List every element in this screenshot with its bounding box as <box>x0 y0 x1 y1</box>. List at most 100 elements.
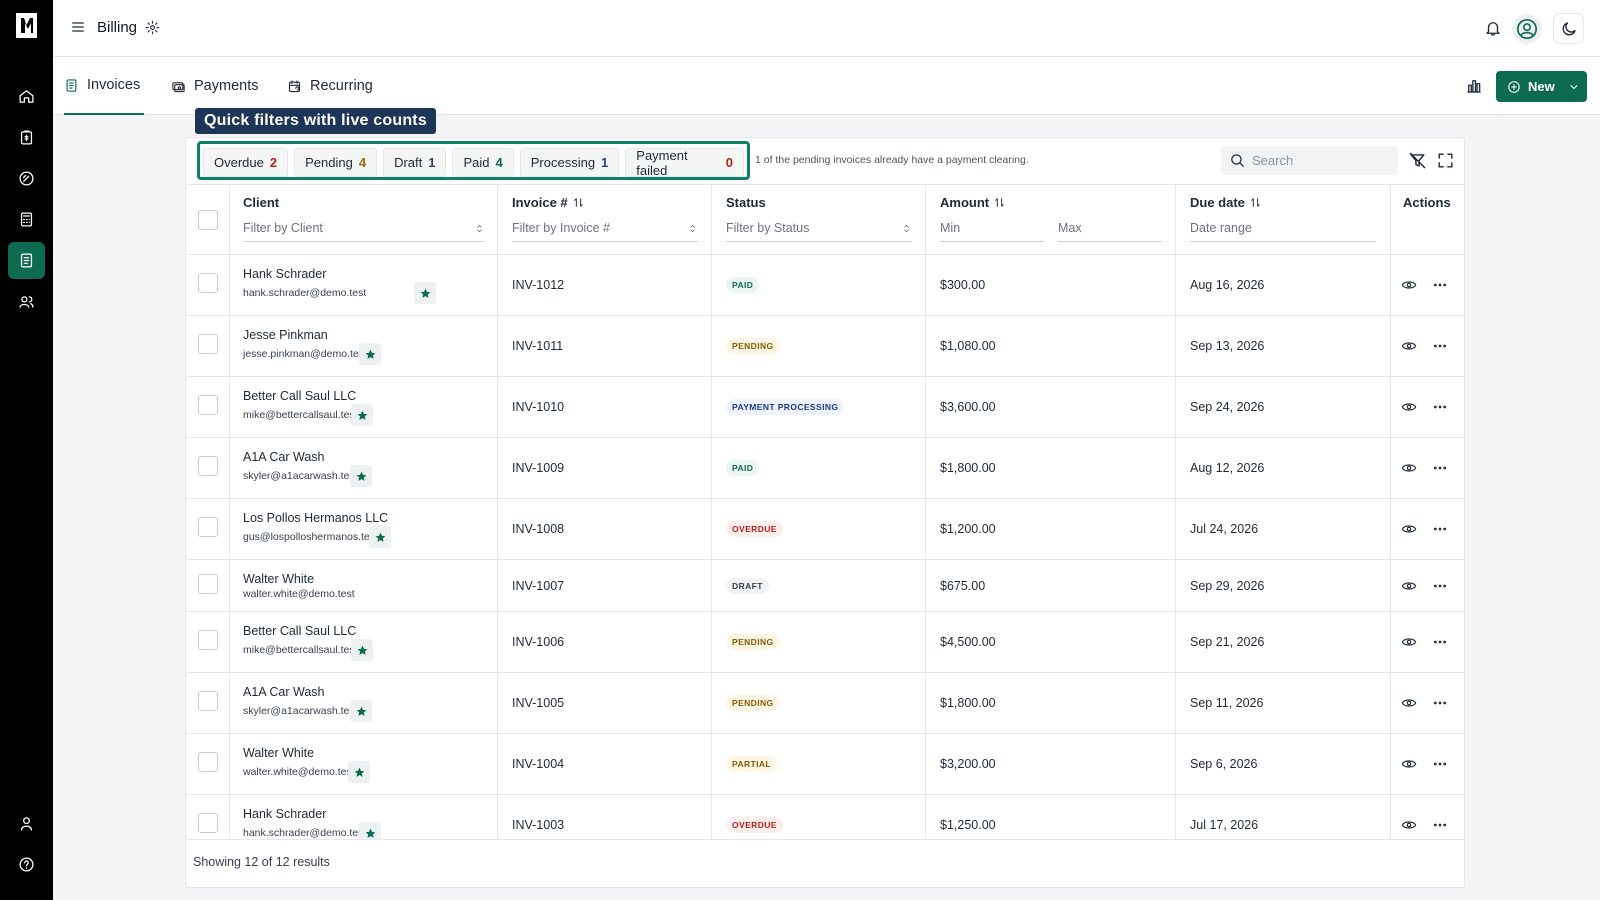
invoice-filter[interactable]: Filter by Invoice # <box>512 215 698 242</box>
row-checkbox[interactable] <box>198 752 218 772</box>
star-icon[interactable] <box>350 700 372 722</box>
more-options-icon[interactable] <box>1432 578 1448 594</box>
user-menu-button[interactable] <box>1512 14 1542 44</box>
star-icon[interactable] <box>351 404 373 426</box>
client-name[interactable]: Hank Schrader <box>243 807 326 821</box>
nav-clipboard[interactable] <box>8 119 45 156</box>
select-all-checkbox[interactable] <box>198 210 218 230</box>
row-checkbox[interactable] <box>198 813 218 833</box>
amount: $1,800.00 <box>940 461 996 475</box>
tab-recurring[interactable]: Recurring <box>287 57 373 115</box>
row-checkbox[interactable] <box>198 395 218 415</box>
invoice-number[interactable]: INV-1009 <box>512 461 564 475</box>
view-eye-icon[interactable] <box>1401 277 1417 293</box>
view-eye-icon[interactable] <box>1401 817 1417 833</box>
invoice-header[interactable]: Invoice # <box>512 195 585 210</box>
client-name[interactable]: Jesse Pinkman <box>243 328 328 342</box>
theme-toggle-button[interactable] <box>1553 13 1584 44</box>
more-options-icon[interactable] <box>1432 277 1448 293</box>
row-checkbox[interactable] <box>198 691 218 711</box>
star-icon[interactable] <box>348 761 370 783</box>
client-name[interactable]: Walter White <box>243 746 314 760</box>
new-button[interactable]: New <box>1496 71 1587 102</box>
more-options-icon[interactable] <box>1432 399 1448 415</box>
view-eye-icon[interactable] <box>1401 578 1417 594</box>
invoice-number[interactable]: INV-1003 <box>512 818 564 832</box>
tab-invoices[interactable]: Invoices <box>64 57 144 115</box>
view-eye-icon[interactable] <box>1401 695 1417 711</box>
tab-payments[interactable]: Payments <box>171 57 258 115</box>
invoice-number[interactable]: INV-1010 <box>512 400 564 414</box>
chart-icon[interactable] <box>1465 77 1483 95</box>
row-checkbox[interactable] <box>198 574 218 594</box>
nav-invoices[interactable] <box>8 242 45 279</box>
amount-header[interactable]: Amount <box>940 195 1006 210</box>
due-date-range-filter[interactable]: Date range <box>1190 215 1376 242</box>
star-icon[interactable] <box>414 282 436 304</box>
status-filter[interactable]: Filter by Status <box>726 215 912 242</box>
quick-filter-payment-failed[interactable]: Payment failed 0 <box>625 148 744 178</box>
invoice-number[interactable]: INV-1008 <box>512 522 564 536</box>
client-filter[interactable]: Filter by Client <box>243 215 485 242</box>
star-icon[interactable] <box>351 639 373 661</box>
quick-filter-paid[interactable]: Paid 4 <box>452 148 514 177</box>
moon-icon <box>1562 21 1576 35</box>
more-options-icon[interactable] <box>1432 634 1448 650</box>
nav-calculator[interactable] <box>8 201 45 238</box>
more-options-icon[interactable] <box>1432 338 1448 354</box>
row-checkbox[interactable] <box>198 630 218 650</box>
star-icon[interactable] <box>359 343 381 365</box>
nav-help[interactable] <box>8 846 45 883</box>
star-icon[interactable] <box>369 526 391 548</box>
nav-users[interactable] <box>8 283 45 320</box>
more-options-icon[interactable] <box>1432 756 1448 772</box>
star-icon[interactable] <box>359 822 381 839</box>
due-header[interactable]: Due date <box>1190 195 1262 210</box>
invoice-number[interactable]: INV-1005 <box>512 696 564 710</box>
amount-min-input[interactable]: Min <box>940 215 1044 242</box>
invoice-number[interactable]: INV-1012 <box>512 278 564 292</box>
app-logo-icon[interactable] <box>14 12 39 39</box>
fullscreen-icon[interactable] <box>1436 151 1455 170</box>
more-options-icon[interactable] <box>1432 817 1448 833</box>
row-checkbox[interactable] <box>198 273 218 293</box>
client-name[interactable]: A1A Car Wash <box>243 685 325 699</box>
client-name[interactable]: Walter White <box>243 572 314 586</box>
client-name[interactable]: Better Call Saul LLC <box>243 389 356 403</box>
view-eye-icon[interactable] <box>1401 399 1417 415</box>
notifications-bell-icon[interactable] <box>1484 19 1502 37</box>
nav-home[interactable] <box>8 78 45 115</box>
invoice-number[interactable]: INV-1004 <box>512 757 564 771</box>
invoice-number[interactable]: INV-1011 <box>512 339 563 353</box>
quick-filter-draft[interactable]: Draft 1 <box>383 148 447 177</box>
client-name[interactable]: Los Pollos Hermanos LLC <box>243 511 388 525</box>
menu-icon[interactable] <box>70 19 86 35</box>
view-eye-icon[interactable] <box>1401 460 1417 476</box>
search-box[interactable] <box>1221 146 1398 175</box>
row-checkbox[interactable] <box>198 517 218 537</box>
more-options-icon[interactable] <box>1432 460 1448 476</box>
invoice-number[interactable]: INV-1006 <box>512 635 564 649</box>
quick-filter-pending[interactable]: Pending 4 <box>294 148 378 177</box>
search-input[interactable] <box>1252 153 1392 168</box>
row-checkbox[interactable] <box>198 334 218 354</box>
invoice-number[interactable]: INV-1007 <box>512 579 564 593</box>
gear-icon[interactable] <box>145 20 160 35</box>
client-name[interactable]: Better Call Saul LLC <box>243 624 356 638</box>
quick-filter-processing[interactable]: Processing 1 <box>519 148 620 177</box>
view-eye-icon[interactable] <box>1401 634 1417 650</box>
nav-account[interactable] <box>8 805 45 842</box>
amount-max-input[interactable]: Max <box>1058 215 1162 242</box>
more-options-icon[interactable] <box>1432 695 1448 711</box>
more-options-icon[interactable] <box>1432 521 1448 537</box>
star-icon[interactable] <box>350 465 372 487</box>
nav-gauge[interactable] <box>8 160 45 197</box>
client-name[interactable]: Hank Schrader <box>243 267 326 281</box>
quick-filter-overdue[interactable]: Overdue 2 <box>203 148 289 177</box>
view-eye-icon[interactable] <box>1401 756 1417 772</box>
client-name[interactable]: A1A Car Wash <box>243 450 325 464</box>
clear-filters-icon[interactable] <box>1408 151 1427 170</box>
row-checkbox[interactable] <box>198 456 218 476</box>
view-eye-icon[interactable] <box>1401 521 1417 537</box>
view-eye-icon[interactable] <box>1401 338 1417 354</box>
